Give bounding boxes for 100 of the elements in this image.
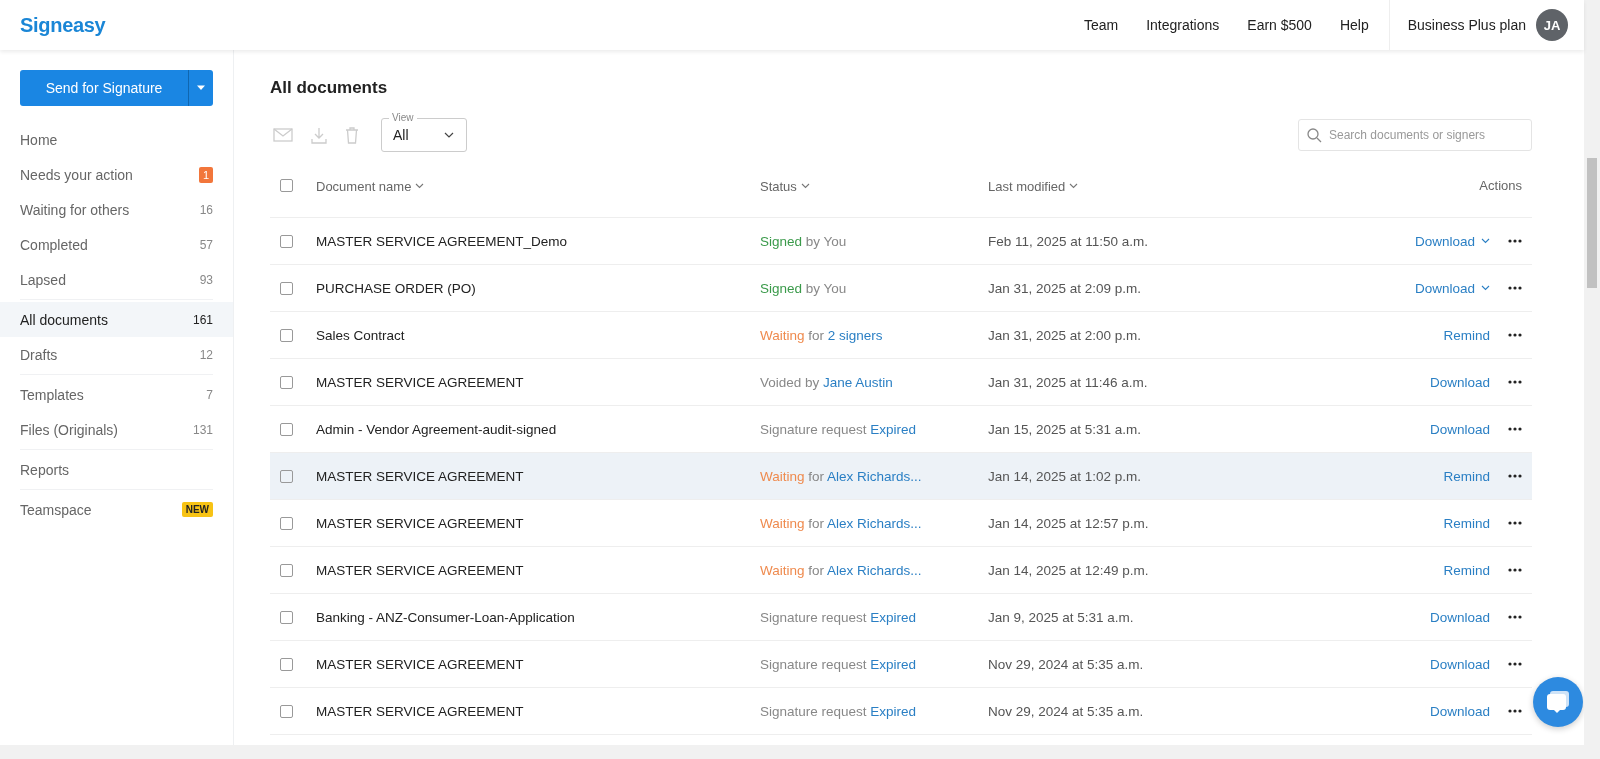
more-icon[interactable] [1508,662,1522,666]
sidebar-item[interactable]: Needs your action 1 [0,157,233,192]
status-link[interactable]: Expired [870,704,917,719]
document-name[interactable]: Banking - ANZ-Consumer-Loan-Application [316,610,575,625]
status-link[interactable]: Expired [870,610,917,625]
status-link[interactable]: Jane Austin [823,375,893,390]
more-icon[interactable] [1508,709,1522,713]
trash-icon[interactable] [345,126,359,144]
action-link[interactable]: Remind [1443,468,1490,484]
status-link[interactable]: 2 signers [827,328,883,343]
dropdown-button[interactable] [188,70,213,106]
document-name[interactable]: MASTER SERVICE AGREEMENT [316,563,524,578]
nav-link[interactable]: Help [1339,17,1369,33]
row-checkbox[interactable] [280,375,293,389]
document-name[interactable]: MASTER SERVICE AGREEMENT_Demo [316,234,568,249]
status-link[interactable]: Expired [870,657,917,672]
search-field[interactable]: Search documents or signers [1298,119,1532,151]
sidebar-item-label: Waiting for others [20,201,130,218]
table-row[interactable]: PURCHASE ORDER (PO) Signed by You Jan 31, 2025 at 2:09 p.m. Download [270,265,1532,312]
sidebar-item[interactable]: Lapsed 93 [0,262,233,297]
document-name[interactable]: MASTER SERVICE AGREEMENT [316,657,524,672]
action-link[interactable]: Remind [1443,327,1490,343]
more-icon[interactable] [1508,615,1522,619]
table-row[interactable]: MASTER SERVICE AGREEMENT Waiting for Alex Richards... Jan 14, 2025 at 12:57 p.m. Remind [270,500,1532,547]
action-link[interactable]: Remind [1443,562,1490,578]
download-icon[interactable] [311,126,327,144]
document-name[interactable]: Sales Contract [316,328,405,343]
row-checkbox[interactable] [280,563,293,577]
nav-link[interactable]: Earn $500 [1247,17,1312,33]
sidebar-item[interactable]: Completed 57 [0,227,233,262]
action-link[interactable]: Download [1429,609,1490,625]
more-icon[interactable] [1508,568,1522,572]
table-row[interactable]: MASTER SERVICE AGREEMENT Waiting for Alex Richards... Jan 14, 2025 at 12:49 p.m. Remind [270,547,1532,594]
chat-button[interactable] [1533,677,1583,727]
table-row[interactable]: Banking - ANZ-Consumer-Loan-Application Signature request Expired Jan 9, 2025 at 5:31 a.m. Download [270,594,1532,641]
send-for-signature-button[interactable]: Send for Signature [20,70,188,106]
chevron-down-icon[interactable] [1481,285,1490,291]
action-link[interactable]: Download [1414,233,1475,249]
sidebar-item[interactable]: All documents 161 [0,302,233,337]
row-checkbox[interactable] [280,422,293,436]
table-row[interactable]: MASTER SERVICE AGREEMENT Signature request Expired Nov 29, 2024 at 5:35 a.m. Download [270,688,1532,735]
sidebar-item[interactable]: Templates 7 [0,377,233,412]
more-icon[interactable] [1508,239,1522,243]
row-checkbox[interactable] [280,610,293,624]
sidebar-item[interactable]: Drafts 12 [0,337,233,372]
row-checkbox[interactable] [280,469,293,483]
sidebar-item[interactable]: Home [0,122,233,157]
table-row[interactable]: MASTER SERVICE AGREEMENT Waiting for Alex Richards... Jan 14, 2025 at 1:02 p.m. Remind [270,453,1532,500]
status-link[interactable]: Alex Richards... [827,516,922,531]
action-link[interactable]: Download [1429,421,1490,437]
mail-icon[interactable] [273,128,293,142]
status-link[interactable]: Alex Richards... [827,563,922,578]
table-row[interactable]: MASTER SERVICE AGREEMENT Signature request Expired Nov 29, 2024 at 5:35 a.m. Download [270,641,1532,688]
table-row[interactable]: MASTER SERVICE AGREEMENT_Demo Signed by You Feb 11, 2025 at 11:50 a.m. Download [270,218,1532,265]
action-link[interactable]: Remind [1443,515,1490,531]
row-checkbox[interactable] [280,516,293,530]
document-name[interactable]: MASTER SERVICE AGREEMENT [316,375,524,390]
nav-link[interactable]: Team [1083,17,1119,33]
action-link[interactable]: Download [1429,374,1490,390]
vertical-scrollbar[interactable] [1584,0,1600,745]
sidebar-item[interactable]: Waiting for others 16 [0,192,233,227]
chevron-down-icon[interactable] [1481,238,1490,244]
logo[interactable]: Signeasy [20,13,106,37]
document-name[interactable]: PURCHASE ORDER (PO) [316,281,476,296]
row-checkbox[interactable] [280,281,293,295]
status-text: Waiting for 2 signers [760,328,883,343]
select-all-checkbox[interactable] [280,179,293,192]
column-header[interactable]: Document name [316,178,425,194]
more-icon[interactable] [1508,380,1522,384]
row-checkbox[interactable] [280,704,293,718]
action-link[interactable]: Download [1429,656,1490,672]
document-name[interactable]: MASTER SERVICE AGREEMENT [316,516,524,531]
more-icon[interactable] [1508,427,1522,431]
sidebar-item[interactable]: Files (Originals) 131 [0,412,233,447]
action-link[interactable]: Download [1414,280,1475,296]
status-link[interactable]: Alex Richards... [827,469,922,484]
modified-date: Jan 31, 2025 at 2:00 p.m. [988,328,1142,343]
more-icon[interactable] [1508,286,1522,290]
nav-link[interactable]: Integrations [1146,17,1220,33]
column-header[interactable]: Last modified [988,178,1079,194]
document-name[interactable]: MASTER SERVICE AGREEMENT [316,469,524,484]
plan-label[interactable]: Business Plus plan [1407,17,1526,33]
row-checkbox[interactable] [280,234,293,248]
row-checkbox[interactable] [280,657,293,671]
more-icon[interactable] [1508,474,1522,478]
action-link[interactable]: Download [1429,703,1490,719]
row-checkbox[interactable] [280,328,293,342]
more-icon[interactable] [1508,521,1522,525]
document-name[interactable]: MASTER SERVICE AGREEMENT [316,704,524,719]
avatar[interactable]: JA [1536,9,1568,41]
sidebar-item-label: Completed [20,236,88,253]
more-icon[interactable] [1508,333,1522,337]
status-link[interactable]: Expired [870,422,917,437]
sidebar-item[interactable]: Teamspace NEW [0,492,233,527]
table-row[interactable]: MASTER SERVICE AGREEMENT Voided by Jane Austin Jan 31, 2025 at 11:46 a.m. Download [270,359,1532,406]
column-header[interactable]: Status [760,178,810,194]
sidebar-item[interactable]: Reports [0,452,233,487]
table-row[interactable]: Sales Contract Waiting for 2 signers Jan 31, 2025 at 2:00 p.m. Remind [270,312,1532,359]
modified-date: Jan 31, 2025 at 11:46 a.m. [988,375,1148,390]
document-name[interactable]: Admin - Vendor Agreement-audit-signed [316,422,557,437]
